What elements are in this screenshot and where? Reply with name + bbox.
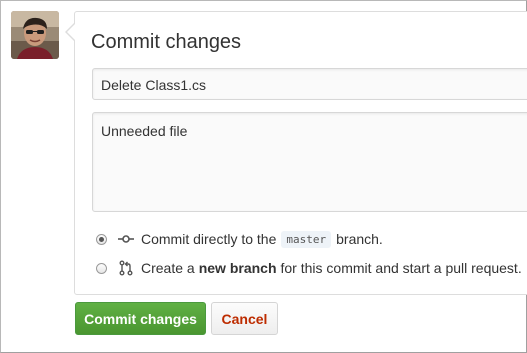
cancel-button[interactable]: Cancel: [211, 302, 278, 335]
new-branch-option[interactable]: Create a new branch for this commit and …: [96, 258, 522, 278]
commit-changes-button[interactable]: Commit changes: [75, 302, 206, 335]
new-branch-strong: new branch: [198, 260, 277, 276]
new-branch-text: Create a: [141, 260, 195, 276]
page-title: Commit changes: [91, 31, 242, 53]
commit-directly-option[interactable]: Commit directly to the master branch.: [96, 229, 383, 249]
new-branch-radio[interactable]: [96, 262, 107, 274]
commit-directly-text-end: branch.: [336, 231, 383, 247]
commit-description-textarea[interactable]: Unneeded file: [92, 112, 527, 212]
commit-summary-input[interactable]: Delete Class1.cs: [92, 68, 527, 100]
git-commit-icon: [118, 235, 134, 243]
git-pull-request-icon: [119, 260, 133, 276]
commit-directly-text: Commit directly to the: [141, 231, 277, 247]
box-pointer-fill: [67, 24, 75, 40]
commit-directly-radio[interactable]: [96, 233, 107, 245]
user-avatar[interactable]: [11, 11, 59, 59]
new-branch-text-end: for this commit and start a pull request…: [280, 260, 522, 276]
branch-name: master: [281, 230, 332, 248]
screenshot-frame: Commit changes Delete Class1.cs Unneeded…: [0, 0, 527, 353]
